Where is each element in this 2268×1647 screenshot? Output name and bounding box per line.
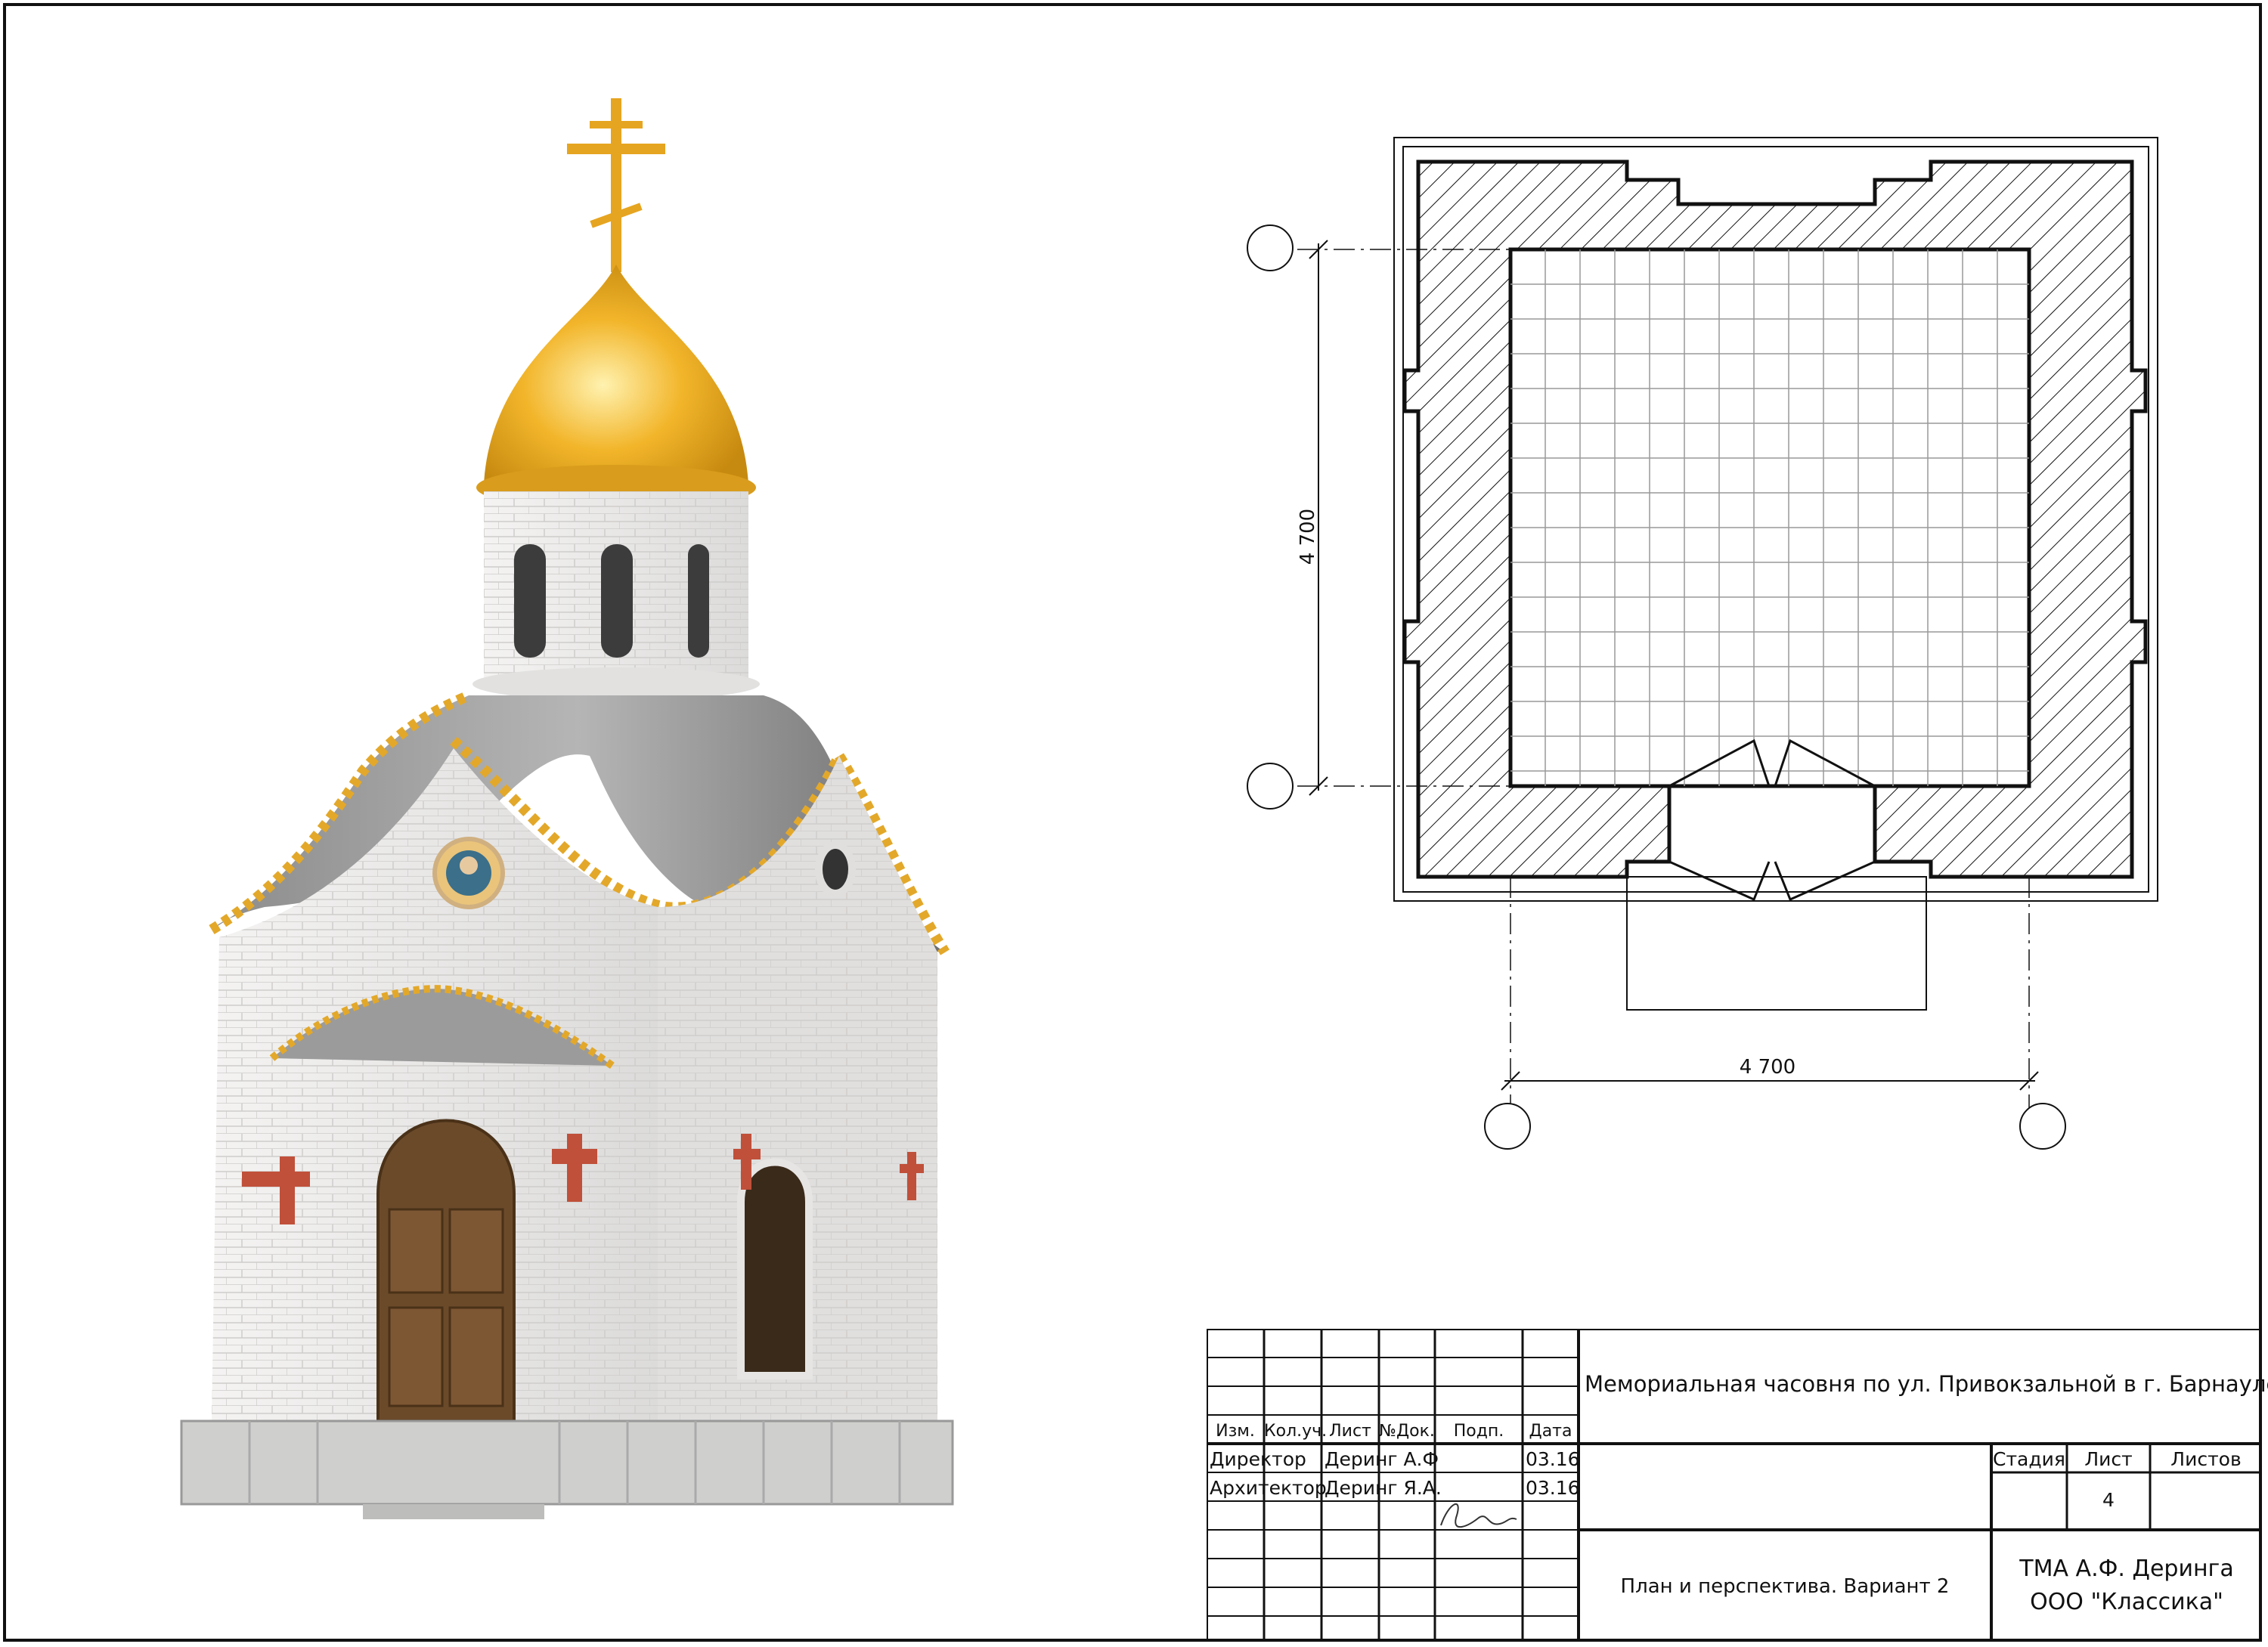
- porch-outline: [1626, 876, 1927, 1011]
- dimension-horizontal: 4 700: [1740, 1056, 1796, 1079]
- row-date-1: 03.16: [1526, 1448, 1580, 1470]
- row-name-2: Деринг Я.А.: [1325, 1477, 1442, 1499]
- row-role-1: Директор: [1210, 1448, 1306, 1470]
- title-block: Изм. Кол.уч. Лист №Док. Подп. Дата Дирек…: [1207, 1329, 2268, 1642]
- drawing-name: План и перспектива. Вариант 2: [1620, 1575, 1950, 1598]
- onion-dome: [484, 265, 748, 484]
- sheets-label: Листов: [2170, 1448, 2242, 1470]
- side-window: [737, 1158, 813, 1379]
- row-role-2: Архитектор: [1210, 1477, 1327, 1499]
- cross-icon: [567, 98, 665, 272]
- organization-line-2: ООО "Классика": [2030, 1589, 2223, 1615]
- header-data: Дата: [1529, 1422, 1572, 1441]
- header-izm: Изм.: [1216, 1422, 1255, 1441]
- header-podp: Подп.: [1453, 1422, 1504, 1441]
- sheet-number: 4: [2102, 1489, 2115, 1511]
- chapel-perspective-illustration: [180, 98, 954, 1519]
- floor-plan: 4 700 4 700: [1247, 137, 2158, 1150]
- header-kol-uch: Кол.уч.: [1264, 1422, 1328, 1441]
- header-doc: №Док.: [1379, 1422, 1435, 1441]
- signature: [1440, 1503, 1517, 1528]
- project-title: Мемориальная часовня по ул. Привокзально…: [1585, 1371, 2268, 1397]
- row-date-2: 03.16: [1526, 1477, 1580, 1499]
- organization-line-1: ТМА А.Ф. Деринга: [2019, 1556, 2234, 1582]
- header-list: Лист: [1329, 1422, 1371, 1441]
- row-name-1: Деринг А.Ф: [1325, 1448, 1439, 1470]
- floor-tiles: [1508, 247, 2031, 788]
- sheet-label: Лист: [2084, 1448, 2133, 1470]
- stage-label: Стадия: [1993, 1448, 2065, 1470]
- stone-plinth: [180, 1419, 954, 1506]
- dimension-vertical: 4 700: [1297, 509, 1319, 565]
